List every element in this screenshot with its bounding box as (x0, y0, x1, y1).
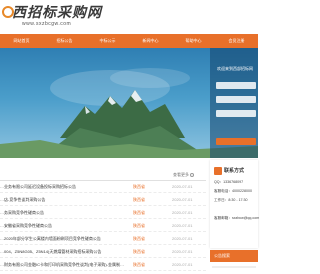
table-row[interactable]: …务采购竞争性磋商公告 陕西省 2020-07-01 (0, 208, 206, 219)
contact-qq: QQ：1336768097 (214, 180, 244, 184)
contact-hours: 工作日：8:30 - 17:30 (214, 198, 248, 202)
nav-item-award[interactable]: 中标公示 (86, 34, 129, 48)
row-region: 陕西省 (133, 262, 145, 267)
row-date: 2020-07-01 (172, 249, 193, 254)
contact-email[interactable]: 客服邮箱：sxzbcw@qq.com (214, 216, 259, 221)
search-tab-label[interactable]: 公告搜索 (214, 253, 230, 259)
contact-card: 联系方式 QQ：1336768097 客服电话：4000228000 工作日：8… (210, 160, 259, 248)
more-label[interactable]: 查看更多 (173, 172, 189, 177)
logo-url: www.sxzbcgw.com (22, 21, 72, 27)
row-title[interactable]: …务采购竞争性磋商公告 (0, 210, 128, 216)
row-date: 2020-07-01 (172, 236, 193, 241)
row-date: 2020-07-01 (172, 210, 193, 215)
row-date: 2020-07-01 (172, 262, 193, 267)
table-row[interactable]: …004、Z5N8G05、Z5N14)天燃煤管材采购招标采购公告 陕西省 202… (0, 247, 206, 258)
row-title[interactable]: …安徽省采购竞争性磋商公告 (0, 223, 128, 229)
row-title[interactable]: …2020年部分学生公寓楼内墙面粉刷项目竞争性磋商公告 (0, 236, 128, 242)
password-input[interactable] (216, 96, 256, 103)
row-title[interactable]: …业务有限公司延迟设备投标采购招标公告 (0, 184, 128, 190)
row-title[interactable]: …店-竞争性谈判采购公告 (0, 197, 128, 203)
login-button[interactable] (216, 138, 256, 145)
nav-item-news[interactable]: 新闻中心 (129, 34, 172, 48)
table-row[interactable]: …安徽省采购竞争性磋商公告 陕西省 2020-07-01 (0, 221, 206, 232)
row-title[interactable]: …004、Z5N8G05、Z5N14)天燃煤管材采购招标采购公告 (0, 249, 128, 255)
logo-text[interactable]: 西招标采购网 (12, 2, 102, 22)
row-region: 陕西省 (133, 197, 145, 202)
table-row[interactable]: …2020年部分学生公寓楼内墙面粉刷项目竞争性磋商公告 陕西省 2020-07-… (0, 234, 206, 245)
nav-item-help[interactable]: 帮助中心 (172, 34, 215, 48)
contact-phone: 客服电话：4000228000 (214, 189, 252, 193)
search-tab[interactable]: 公告搜索 (210, 250, 258, 262)
divider (0, 180, 206, 181)
login-panel: 欢迎来到西部招标网 (210, 48, 258, 158)
table-row[interactable]: …业务有限公司延迟设备投标采购招标公告 陕西省 2020-07-01 (0, 182, 206, 193)
site-header: 西招标采购网 www.sxzbcgw.com (0, 0, 258, 34)
divider (212, 266, 256, 268)
row-date: 2020-07-01 (172, 223, 193, 228)
row-region: 陕西省 (133, 249, 145, 254)
row-title[interactable]: …财务有限公司金融IC卡和打印机采购竞争性谈判(电子采购)-金属制… (0, 262, 128, 268)
login-title: 欢迎来到西部招标网 (217, 66, 253, 71)
row-region: 陕西省 (133, 236, 145, 241)
table-row[interactable]: …财务有限公司金融IC卡和打印机采购竞争性谈判(电子采购)-金属制… 陕西省 2… (0, 260, 206, 271)
table-row[interactable]: …店-竞争性谈判采购公告 陕西省 2020-07-01 (0, 195, 206, 206)
nav-item-register[interactable]: 会员注册 (215, 34, 258, 48)
phone-icon (214, 167, 222, 175)
nav-item-bid-notice[interactable]: 招标公告 (43, 34, 86, 48)
row-date: 2020-07-01 (172, 184, 193, 189)
row-region: 陕西省 (133, 210, 145, 215)
more-link[interactable]: 查看更多 (173, 172, 194, 178)
captcha-input[interactable] (216, 110, 256, 117)
username-input[interactable] (216, 82, 256, 89)
nav-item-home[interactable]: 网站首页 (0, 34, 43, 48)
row-region: 陕西省 (133, 184, 145, 189)
row-region: 陕西省 (133, 223, 145, 228)
main-nav: 网站首页 招标公告 中标公示 新闻中心 帮助中心 会员注册 (0, 34, 258, 48)
contact-title: 联系方式 (224, 168, 245, 174)
row-date: 2020-07-01 (172, 197, 193, 202)
arrow-circle-icon[interactable] (190, 172, 194, 177)
